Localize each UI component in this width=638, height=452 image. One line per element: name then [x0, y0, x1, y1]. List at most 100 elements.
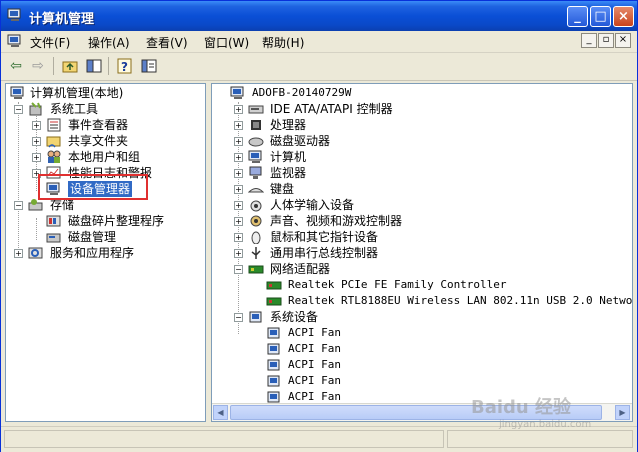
window-title: 计算机管理	[29, 12, 95, 27]
mmc-menu-icon[interactable]	[7, 34, 23, 48]
tree-label: 服务和应用程序	[50, 246, 135, 260]
help-icon[interactable]: ?	[116, 57, 134, 75]
category-label: 磁盘驱动器	[270, 134, 331, 148]
disk-icon	[248, 134, 264, 148]
expand-toggle[interactable]: +	[234, 153, 243, 162]
services-icon	[28, 247, 43, 259]
users-icon	[47, 150, 61, 163]
network-card-icon	[266, 278, 282, 292]
category-label: IDE ATA/ATAPI 控制器	[270, 102, 393, 116]
storage-icon	[28, 199, 43, 211]
tree-line	[36, 218, 37, 240]
expand-toggle[interactable]: +	[234, 249, 243, 258]
event-viewer-icon	[47, 118, 61, 132]
system-device-icon	[266, 358, 282, 372]
menu-action[interactable]: 操作(A)	[88, 34, 130, 51]
back-arrow-icon[interactable]: ⇦	[7, 57, 25, 75]
device-label: Realtek RTL8188EU Wireless LAN 802.11n U…	[288, 294, 633, 307]
device-label: ACPI Fan	[288, 358, 341, 371]
expand-toggle[interactable]: +	[32, 121, 41, 130]
sound-icon	[248, 214, 264, 228]
tree-label: 事件查看器	[68, 118, 129, 132]
category-label: 计算机	[270, 150, 307, 164]
computer-icon	[10, 86, 24, 99]
net-icon	[248, 262, 264, 276]
menu-file[interactable]: 文件(F)	[30, 34, 70, 51]
svg-text:?: ?	[121, 60, 128, 74]
tree-line	[18, 102, 19, 252]
mouse-icon	[248, 230, 264, 245]
properties-icon[interactable]	[140, 57, 158, 75]
collapse-toggle[interactable]: −	[234, 265, 243, 274]
system-device-icon	[248, 310, 264, 324]
show-hide-tree-icon[interactable]	[85, 57, 103, 75]
shared-folder-icon	[46, 136, 61, 148]
tree-label: 磁盘管理	[68, 230, 117, 244]
expand-toggle[interactable]: +	[234, 105, 243, 114]
maximize-button[interactable]: □	[590, 6, 611, 27]
forward-arrow-icon[interactable]: ⇨	[29, 57, 47, 75]
expand-toggle[interactable]: +	[234, 137, 243, 146]
tree-label: 系统工具	[50, 102, 99, 116]
monitor-icon	[248, 166, 264, 180]
device-label: Realtek PCIe FE Family Controller	[288, 278, 507, 291]
device-label: ACPI Fan	[288, 326, 341, 339]
expand-toggle[interactable]: +	[234, 121, 243, 130]
device-tree-pane[interactable]: ADOFB-20140729W + IDE ATA/ATAPI 控制器 + 处理器 + 磁盘…	[211, 83, 633, 422]
watermark-url: jingyan.baidu.com	[499, 419, 592, 430]
menu-help[interactable]: 帮助(H)	[262, 34, 304, 51]
close-button[interactable]: ×	[613, 6, 634, 27]
computer-name-label: ADOFB-20140729W	[252, 86, 352, 99]
computer-management-window: 计算机管理 _ □ × 文件(F) 操作(A) 查看(V) 窗口(W) 帮助(H…	[0, 0, 638, 452]
system-device-icon	[266, 326, 282, 340]
expand-toggle[interactable]: +	[32, 153, 41, 162]
system-device-icon	[266, 390, 282, 404]
expand-toggle[interactable]: +	[234, 185, 243, 194]
hid-icon	[248, 198, 264, 212]
console-tree-pane[interactable]: 计算机管理(本地) − 系统工具 + 事件查看器 + 共享文件夹 + 本地用户和…	[5, 83, 206, 422]
category-label: 网络适配器	[270, 262, 331, 276]
watermark-logo: Baidu 经验	[471, 397, 572, 418]
status-cell-main	[4, 430, 444, 448]
tree-label: 本地用户和组	[68, 150, 141, 164]
scroll-left-button[interactable]: ◀	[213, 405, 228, 420]
status-cell-secondary	[447, 430, 633, 448]
cpu-icon	[248, 118, 264, 132]
up-folder-icon[interactable]	[61, 57, 79, 75]
toolbar-separator	[108, 57, 109, 75]
minimize-button[interactable]: _	[567, 6, 588, 27]
category-label: 声音、视频和游戏控制器	[270, 214, 403, 228]
defrag-icon	[46, 215, 61, 227]
usb-icon	[248, 246, 264, 260]
computer-icon	[248, 150, 264, 164]
category-label: 系统设备	[270, 310, 319, 324]
scroll-right-button[interactable]: ▶	[615, 405, 630, 420]
system-device-icon	[266, 342, 282, 356]
device-label: ACPI Fan	[288, 342, 341, 355]
keyboard-icon	[247, 182, 265, 196]
expand-toggle[interactable]: +	[32, 137, 41, 146]
expand-toggle[interactable]: +	[234, 201, 243, 210]
disk-management-icon	[46, 233, 61, 243]
collapse-toggle[interactable]: −	[234, 313, 243, 322]
menu-bar: 文件(F) 操作(A) 查看(V) 窗口(W) 帮助(H) _ ▫ ×	[1, 31, 637, 53]
collapse-toggle[interactable]: −	[14, 201, 23, 210]
expand-toggle[interactable]: +	[234, 169, 243, 178]
menu-view[interactable]: 查看(V)	[146, 34, 188, 51]
title-bar[interactable]: 计算机管理 _ □ ×	[1, 1, 637, 31]
tree-label: 共享文件夹	[68, 134, 129, 148]
category-label: 通用串行总线控制器	[270, 246, 379, 260]
expand-toggle[interactable]: +	[14, 249, 23, 258]
mdi-close-button[interactable]: ×	[615, 33, 631, 48]
toolbar: ⇦ ⇨ ?	[1, 53, 637, 81]
menu-window[interactable]: 窗口(W)	[204, 34, 249, 51]
mdi-minimize-button[interactable]: _	[581, 33, 597, 48]
computer-icon	[230, 86, 246, 100]
collapse-toggle[interactable]: −	[14, 105, 23, 114]
device-label: ACPI Fan	[288, 374, 341, 387]
tools-icon	[29, 102, 42, 116]
system-device-icon	[266, 374, 282, 388]
expand-toggle[interactable]: +	[234, 233, 243, 242]
expand-toggle[interactable]: +	[234, 217, 243, 226]
mdi-restore-button[interactable]: ▫	[598, 33, 614, 48]
